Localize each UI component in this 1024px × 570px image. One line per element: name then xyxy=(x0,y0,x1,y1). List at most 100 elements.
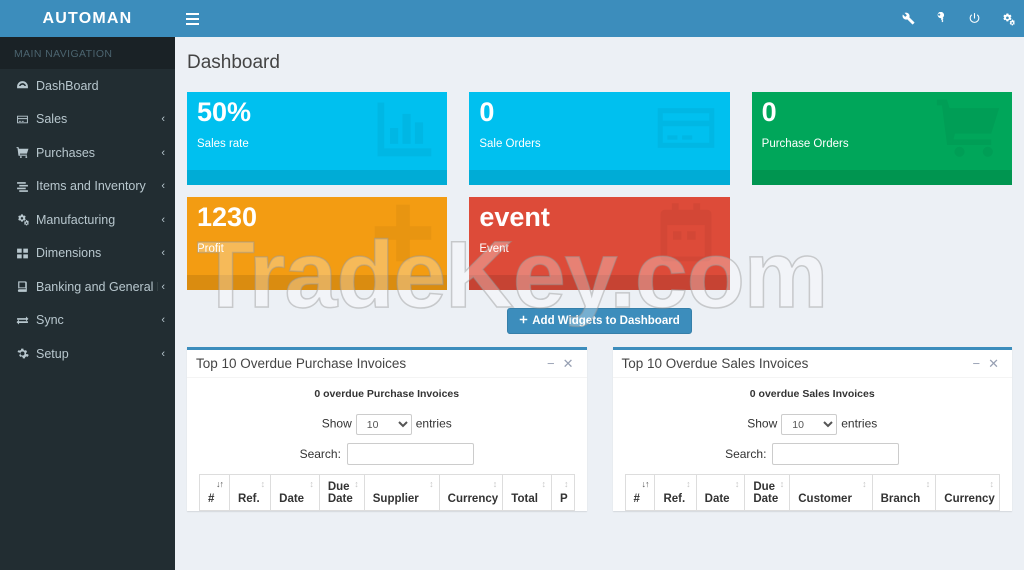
cogs-icon[interactable] xyxy=(991,0,1024,37)
sort-icon: ↕ xyxy=(686,479,690,489)
table-header-[interactable]: #↓↑ xyxy=(625,475,655,511)
table-header-currency[interactable]: Currency↕ xyxy=(936,475,1000,511)
sidebar-item-purchases[interactable]: Purchases‹ xyxy=(0,136,175,170)
sidebar-item-dashboard[interactable]: DashBoard xyxy=(0,69,175,103)
chevron-left-icon: ‹ xyxy=(161,348,165,360)
dashboard-icon xyxy=(16,79,36,92)
table-header-currency[interactable]: Currency↕ xyxy=(439,475,503,511)
hamburger-bar xyxy=(186,18,199,20)
datatable: #↓↑Ref.↕Date↕Due Date↕Customer↕Branch↕Cu… xyxy=(625,474,1001,511)
sidebar-item-label: DashBoard xyxy=(36,79,165,93)
add-widgets-label: Add Widgets to Dashboard xyxy=(532,315,679,327)
search-input[interactable] xyxy=(347,443,474,465)
search-label: Search: xyxy=(300,447,341,461)
datatable-length-control: Show102550100entries xyxy=(199,414,575,443)
datatable-length-control: Show 102550100 entries xyxy=(625,414,1001,443)
minus-icon[interactable]: − xyxy=(969,357,985,370)
stat-card-footer[interactable] xyxy=(752,170,1012,185)
calendar-icon xyxy=(652,199,720,272)
stat-card-value: event xyxy=(479,204,550,231)
chevron-left-icon: ‹ xyxy=(161,247,165,259)
key-icon[interactable] xyxy=(925,0,958,37)
page-length-select[interactable]: 102550100 xyxy=(781,414,837,435)
sidebar-item-label: Sync xyxy=(36,313,158,327)
stat-card-footer[interactable] xyxy=(187,275,447,290)
table-header-branch[interactable]: Branch ↕ xyxy=(872,475,936,511)
sort-icon: ↕ xyxy=(354,479,358,489)
stat-card-footer[interactable] xyxy=(469,170,729,185)
table-header-ref[interactable]: Ref.↕ xyxy=(655,475,696,511)
table-header-label: Branch xyxy=(881,493,921,505)
stat-card-footer[interactable] xyxy=(187,170,447,185)
close-icon[interactable]: ✕ xyxy=(984,357,1003,370)
stat-card-label: Purchase Orders xyxy=(762,138,849,150)
close-icon[interactable]: ✕ xyxy=(559,357,578,370)
app-logo[interactable]: AUTOMAN xyxy=(0,0,175,37)
wrench-icon[interactable] xyxy=(892,0,925,37)
table-header-label: Ref. xyxy=(663,493,685,505)
table-header-customer[interactable]: Customer↕ xyxy=(790,475,872,511)
stat-card-purchase-orders[interactable]: 0Purchase Orders xyxy=(752,92,1012,185)
minus-icon[interactable]: − xyxy=(543,357,559,370)
panel-body: 0 overdue Purchase InvoicesShow102550100… xyxy=(187,378,587,511)
sidebar-item-label: Items and Inventory xyxy=(36,179,158,193)
table-header-label: Date xyxy=(705,493,730,505)
table-header-[interactable]: #↓↑ xyxy=(200,475,230,511)
stat-card-label: Sale Orders xyxy=(479,138,540,150)
add-widgets-button[interactable]: Add Widgets to Dashboard xyxy=(507,308,691,334)
show-label: Show xyxy=(747,417,777,431)
search-input[interactable] xyxy=(772,443,899,465)
sort-icon: ↕ xyxy=(862,479,866,489)
exchange-icon xyxy=(16,314,36,327)
table-header-date[interactable]: Date↕ xyxy=(696,475,745,511)
app-logo-text: AUTOMAN xyxy=(43,10,133,28)
grid-icon xyxy=(16,247,36,260)
sort-icon: ↕ xyxy=(990,479,994,489)
table-header-due-date[interactable]: Due Date↕ xyxy=(319,475,364,511)
sort-icon: ↕ xyxy=(564,479,568,489)
table-header-p[interactable]: P↕ xyxy=(551,475,574,511)
stat-card-event[interactable]: eventEvent xyxy=(469,197,729,290)
stat-card-sales-rate[interactable]: 50%Sales rate xyxy=(187,92,447,185)
sidebar-item-label: Dimensions xyxy=(36,246,158,260)
sidebar-item-label: Setup xyxy=(36,347,158,361)
sidebar-item-banking-and-general-ledger[interactable]: Banking and General Ledger‹ xyxy=(0,270,175,304)
table-header-label: Due Date xyxy=(328,481,353,505)
sidebar-item-sales[interactable]: Sales‹ xyxy=(0,103,175,137)
overdue-count-note: 0 overdue Purchase Invoices xyxy=(199,388,575,414)
chevron-left-icon: ‹ xyxy=(161,281,165,293)
hamburger-menu-icon[interactable] xyxy=(175,0,209,37)
sidebar-item-label: Banking and General Ledger xyxy=(36,280,158,294)
datatable-search-control: Search: xyxy=(199,443,575,474)
sidebar-item-setup[interactable]: Setup‹ xyxy=(0,337,175,371)
sidebar-item-sync[interactable]: Sync‹ xyxy=(0,304,175,338)
credit-card-icon xyxy=(652,94,720,167)
book-icon xyxy=(16,280,36,293)
sidebar-item-manufacturing[interactable]: Manufacturing‹ xyxy=(0,203,175,237)
table-header-date[interactable]: Date↕ xyxy=(271,475,320,511)
table-header-total[interactable]: Total↕ xyxy=(503,475,552,511)
power-icon[interactable] xyxy=(958,0,991,37)
add-widgets-wrap: Add Widgets to Dashboard xyxy=(187,302,1012,334)
stat-card-label: Profit xyxy=(197,243,224,255)
table-header-due-date[interactable]: Due Date↕ xyxy=(745,475,790,511)
chevron-left-icon: ‹ xyxy=(161,113,165,125)
gear-icon xyxy=(16,347,36,360)
stat-card-sale-orders[interactable]: 0Sale Orders xyxy=(469,92,729,185)
stat-card-profit[interactable]: 1230 Profit xyxy=(187,197,447,290)
panel-overdue-purchase-invoices: Top 10 Overdue Purchase Invoices−✕0 over… xyxy=(187,347,587,511)
table-header-label: Supplier xyxy=(373,493,419,505)
table-header-ref[interactable]: Ref.↕ xyxy=(229,475,270,511)
table-header-supplier[interactable]: Supplier↕ xyxy=(364,475,439,511)
sort-icon: ↕ xyxy=(926,479,930,489)
stat-card-footer[interactable] xyxy=(469,275,729,290)
sidebar-item-dimensions[interactable]: Dimensions‹ xyxy=(0,237,175,271)
search-label: Search: xyxy=(725,447,766,461)
sort-icon: ↕ xyxy=(309,479,313,489)
sidebar-item-items-and-inventory[interactable]: Items and Inventory‹ xyxy=(0,170,175,204)
page-length-select[interactable]: 102550100 xyxy=(356,414,412,435)
entries-label: entries xyxy=(841,417,877,431)
stat-card-value: 1230 xyxy=(197,204,257,231)
entries-label: entries xyxy=(416,417,452,431)
app-root: AUTOMAN MAIN NAVIGATION DashBoardSales‹P… xyxy=(0,0,1024,570)
